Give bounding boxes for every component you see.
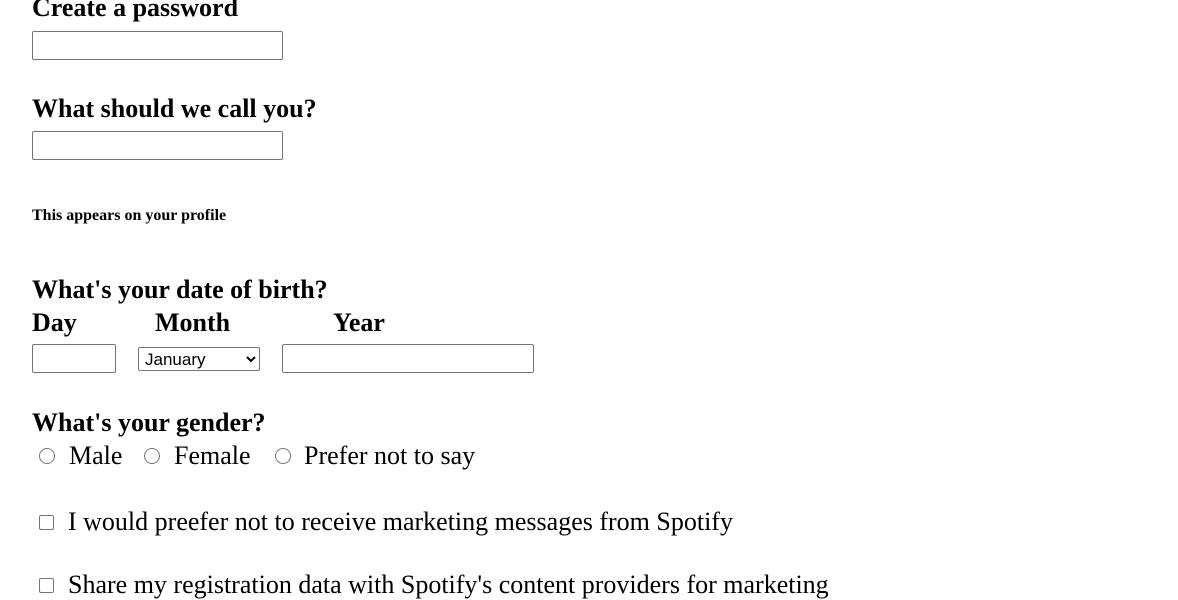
year-label: Year: [333, 308, 385, 337]
password-label: Create a password: [32, 0, 239, 22]
gender-option-male[interactable]: Male: [69, 441, 122, 471]
dob-label: What's your date of birth?: [32, 275, 328, 304]
gender-radio-male[interactable]: [39, 448, 55, 464]
name-input[interactable]: [32, 131, 283, 160]
day-label: Day: [32, 308, 77, 337]
marketing-opt-out-label[interactable]: I would preefer not to receive marketing…: [68, 507, 733, 537]
day-input[interactable]: [32, 344, 116, 373]
name-hint: This appears on your profile: [32, 207, 227, 224]
password-input[interactable]: [32, 31, 283, 60]
marketing-opt-out-checkbox[interactable]: [39, 515, 54, 530]
gender-option-female[interactable]: Female: [174, 441, 251, 471]
name-label: What should we call you?: [32, 94, 317, 123]
gender-option-prefer-not[interactable]: Prefer not to say: [304, 441, 475, 471]
year-input[interactable]: [282, 344, 534, 373]
month-select[interactable]: January: [138, 347, 260, 371]
share-data-label[interactable]: Share my registration data with Spotify'…: [68, 570, 829, 600]
gender-radio-female[interactable]: [144, 448, 160, 464]
month-label: Month: [155, 308, 231, 337]
gender-radio-prefer-not[interactable]: [275, 448, 291, 464]
share-data-checkbox[interactable]: [39, 578, 54, 593]
gender-label: What's your gender?: [32, 408, 266, 437]
